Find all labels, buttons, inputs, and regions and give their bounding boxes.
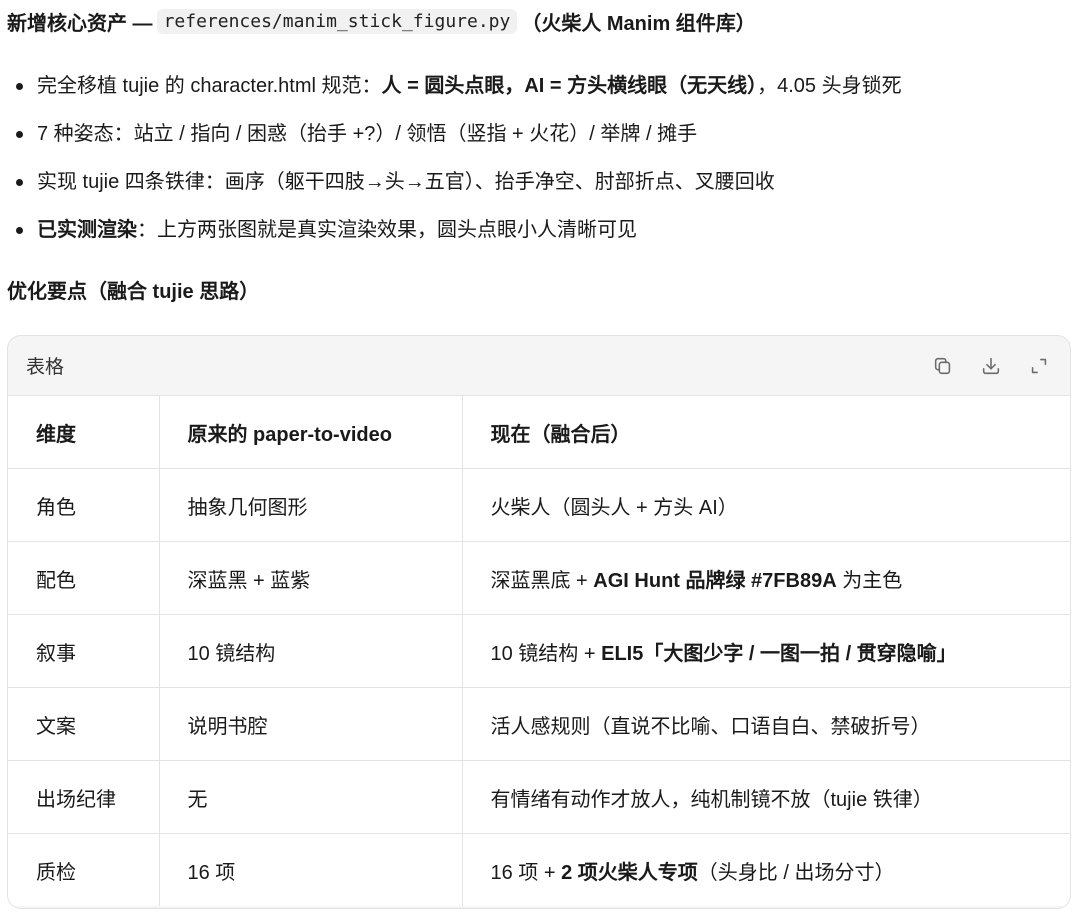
table-cell: 16 项 (158, 833, 462, 906)
table-cell: 配色 (8, 541, 159, 615)
list-item: 已实测渲染：上方两张图就是真实渲染效果，圆头点眼小人清晰可见 (0, 206, 902, 254)
cell-text: 火柴人（圆头人 + 方头 AI） (490, 496, 738, 519)
table-card-title: 表格 (26, 357, 65, 378)
copy-icon[interactable] (930, 353, 956, 379)
table-row: 叙事 10 镜结构 10 镜结构 + ELI5「大图少字 / 一图一拍 / 贯穿… (8, 614, 1070, 688)
column-header: 现在（融合后） (461, 395, 1070, 469)
heading-suffix: （火柴人 Manim 组件库） (521, 12, 756, 35)
table-row: 角色 抽象几何图形 火柴人（圆头人 + 方头 AI） (8, 468, 1070, 542)
section-heading-assets: 新增核心资产 — references/manim_stick_figure.p… (7, 4, 756, 38)
download-icon[interactable] (978, 353, 1004, 379)
list-item-text: ：上方两张图就是真实渲染效果，圆头点眼小人清晰可见 (137, 219, 637, 241)
cell-bold: AGI Hunt 品牌绿 #7FB89A (593, 569, 837, 592)
table-cell: 10 镜结构 (158, 614, 462, 688)
table-cell: 质检 (8, 833, 159, 906)
list-item-text: 7 种姿态：站立 / 指向 / 困惑（抬手 +?）/ 领悟（竖指 + 火花）/ … (37, 123, 698, 145)
list-item: 实现 tujie 四条铁律：画序（躯干四肢→头→五官）、抬手净空、肘部折点、叉腰… (0, 158, 902, 206)
table-cell: 深蓝黑 + 蓝紫 (158, 541, 462, 615)
table-cell: 10 镜结构 + ELI5「大图少字 / 一图一拍 / 贯穿隐喻」 (461, 614, 1070, 688)
table-actions (930, 353, 1052, 379)
section-heading-optimization: 优化要点（融合 tujie 思路） (7, 281, 260, 303)
table-card: 表格 维度 原来的 paper-to-video 现在（融合后） 角色 抽象几何… (7, 335, 1071, 909)
table-cell: 活人感规则（直说不比喻、口语自白、禁破折号） (461, 687, 1070, 761)
table-header-row: 维度 原来的 paper-to-video 现在（融合后） (8, 395, 1070, 469)
table-row: 出场纪律 无 有情绪有动作才放人，纯机制镜不放（tujie 铁律） (8, 760, 1070, 834)
table-row: 配色 深蓝黑 + 蓝紫 深蓝黑底 + AGI Hunt 品牌绿 #7FB89A … (8, 541, 1070, 615)
list-item-text: 完全移植 tujie 的 character.html 规范： (37, 75, 382, 97)
table-row: 质检 16 项 16 项 + 2 项火柴人专项（头身比 / 出场分寸） (8, 833, 1070, 906)
cell-text: 16 项 + (490, 861, 562, 884)
cell-bold: ELI5「大图少字 / 一图一拍 / 贯穿隐喻」 (601, 642, 957, 665)
cell-bold: 2 项火柴人专项 (561, 861, 698, 884)
list-item-text: 实现 tujie 四条铁律：画序（躯干四肢→头→五官）、抬手净空、肘部折点、叉腰… (37, 171, 775, 193)
table-cell: 说明书腔 (158, 687, 462, 761)
list-item-bold: 已实测渲染 (37, 219, 137, 241)
cell-text: 为主色 (836, 569, 903, 592)
table-cell: 叙事 (8, 614, 159, 688)
feature-list: 完全移植 tujie 的 character.html 规范：人 = 圆头点眼，… (0, 62, 902, 254)
table-card-header: 表格 (8, 336, 1070, 395)
inline-code-filename: references/manim_stick_figure.py (156, 8, 518, 34)
column-header: 维度 (8, 395, 159, 469)
list-item-text: ，4.05 头身锁死 (757, 75, 902, 97)
comparison-table: 维度 原来的 paper-to-video 现在（融合后） 角色 抽象几何图形 … (8, 395, 1070, 906)
table-cell: 16 项 + 2 项火柴人专项（头身比 / 出场分寸） (461, 833, 1070, 906)
cell-text: （头身比 / 出场分寸） (697, 861, 895, 884)
table-cell: 有情绪有动作才放人，纯机制镜不放（tujie 铁律） (461, 760, 1070, 834)
table-cell: 角色 (8, 468, 159, 542)
table-row: 文案 说明书腔 活人感规则（直说不比喻、口语自白、禁破折号） (8, 687, 1070, 761)
table-cell: 火柴人（圆头人 + 方头 AI） (461, 468, 1070, 542)
list-item-bold: 人 = 圆头点眼，AI = 方头横线眼（无天线） (381, 75, 758, 97)
cell-text: 有情绪有动作才放人，纯机制镜不放（tujie 铁律） (490, 788, 933, 811)
table-cell: 深蓝黑底 + AGI Hunt 品牌绿 #7FB89A 为主色 (461, 541, 1070, 615)
list-item: 7 种姿态：站立 / 指向 / 困惑（抬手 +?）/ 领悟（竖指 + 火花）/ … (0, 110, 902, 158)
cell-text: 深蓝黑底 + (490, 569, 594, 592)
heading-prefix: 新增核心资产 — (7, 12, 153, 35)
expand-icon[interactable] (1026, 353, 1052, 379)
column-header: 原来的 paper-to-video (158, 395, 462, 469)
table-cell: 无 (158, 760, 462, 834)
table-cell: 文案 (8, 687, 159, 761)
cell-text: 10 镜结构 + (490, 642, 602, 665)
page: 新增核心资产 — references/manim_stick_figure.p… (0, 0, 1080, 913)
list-item: 完全移植 tujie 的 character.html 规范：人 = 圆头点眼，… (0, 62, 902, 110)
table-cell: 出场纪律 (8, 760, 159, 834)
table-cell: 抽象几何图形 (158, 468, 462, 542)
cell-text: 活人感规则（直说不比喻、口语自白、禁破折号） (490, 715, 931, 738)
